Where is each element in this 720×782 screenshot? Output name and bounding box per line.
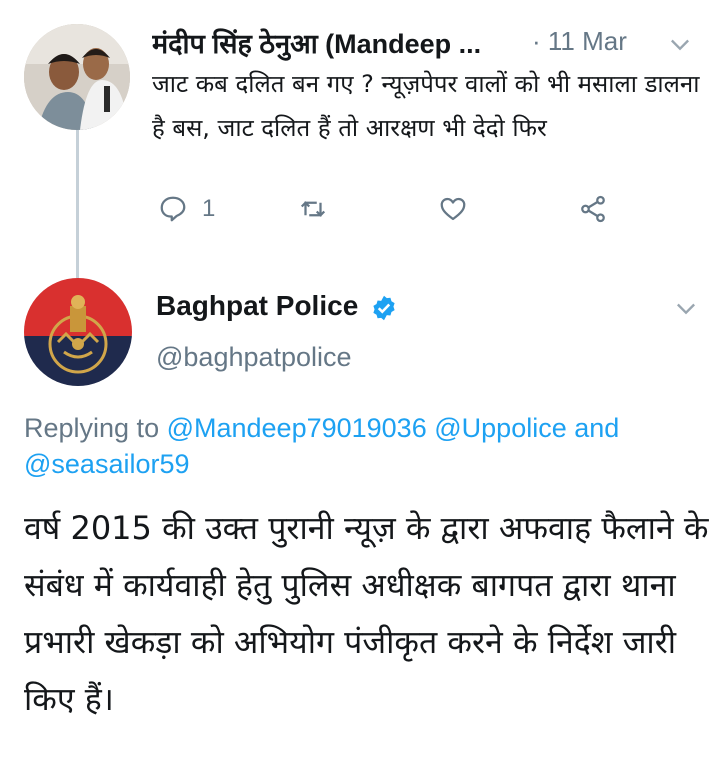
like-button[interactable]	[438, 194, 468, 224]
share-icon	[581, 195, 605, 223]
main-author-handle[interactable]: @baghpatpolice	[156, 342, 352, 373]
share-button[interactable]	[578, 194, 608, 224]
replying-to-label: Replying to	[24, 413, 167, 443]
reply-count: 1	[202, 195, 216, 222]
main-author-name[interactable]: Baghpat Police	[156, 290, 358, 322]
replying-to-line: Replying to @Mandeep79019036 @Uppolice a…	[24, 410, 704, 482]
mention-link[interactable]: @Uppolice	[434, 413, 566, 443]
reply-author-name[interactable]: मंदीप सिंह ठेनुआ (Mandeep ...	[152, 24, 481, 61]
reply-icon	[160, 196, 186, 222]
main-tweet-text: वर्ष 2015 की उक्त पुरानी न्यूज़ के द्वार…	[24, 509, 709, 718]
mention-and[interactable]: and	[567, 413, 619, 443]
reply-tweet-text: जाट कब दलित बन गए ? न्यूज़पेपर वालों को …	[152, 70, 700, 142]
mention-link[interactable]: @seasailor59	[24, 449, 190, 479]
like-icon	[440, 197, 466, 221]
reply-timestamp[interactable]: · 11 Mar	[532, 26, 627, 57]
chevron-down-icon[interactable]	[672, 294, 700, 322]
avatar-baghpat-police[interactable]	[24, 278, 132, 386]
reply-action-bar: 1	[152, 194, 652, 234]
avatar-mandeep[interactable]	[24, 24, 130, 130]
mention-link[interactable]: @Mandeep79019036	[167, 413, 427, 443]
thread-connector-line	[76, 130, 79, 278]
reply-button[interactable]: 1	[158, 194, 215, 224]
verified-badge-icon	[373, 295, 395, 321]
retweet-icon	[300, 201, 326, 217]
retweet-button[interactable]	[298, 194, 328, 224]
chevron-down-icon[interactable]	[666, 30, 694, 58]
